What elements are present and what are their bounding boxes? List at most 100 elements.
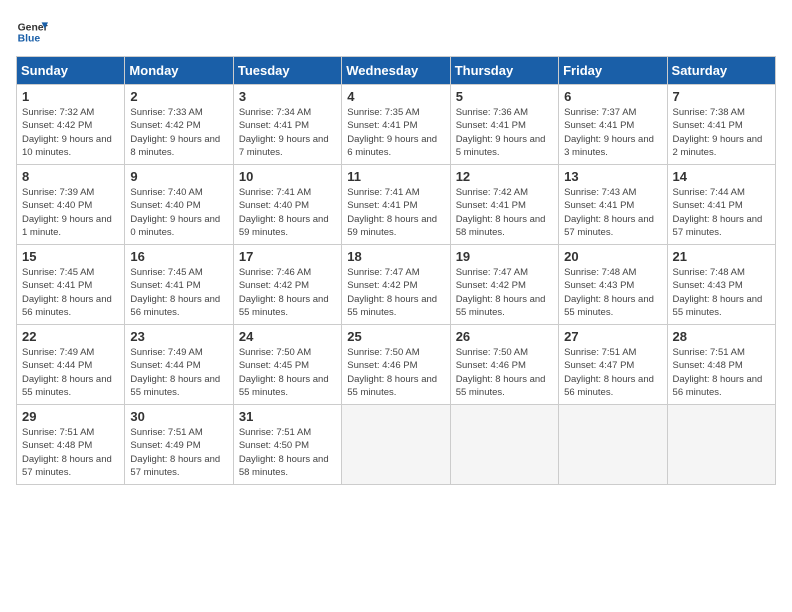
calendar-cell: 14 Sunrise: 7:44 AMSunset: 4:41 PMDayligh… <box>667 165 775 245</box>
calendar-cell: 5 Sunrise: 7:36 AMSunset: 4:41 PMDaylight… <box>450 85 558 165</box>
day-number: 6 <box>564 89 661 104</box>
day-info: Sunrise: 7:50 AMSunset: 4:45 PMDaylight:… <box>239 346 336 399</box>
weekday-header: Thursday <box>450 57 558 85</box>
day-number: 30 <box>130 409 227 424</box>
day-info: Sunrise: 7:41 AMSunset: 4:41 PMDaylight:… <box>347 186 444 239</box>
calendar-cell: 18Sunrise: 7:47 AMSunset: 4:42 PMDayligh… <box>342 245 450 325</box>
weekday-header: Monday <box>125 57 233 85</box>
calendar-week-row: 8 Sunrise: 7:39 AMSunset: 4:40 PMDaylight… <box>17 165 776 245</box>
calendar-cell: 8 Sunrise: 7:39 AMSunset: 4:40 PMDaylight… <box>17 165 125 245</box>
day-number: 4 <box>347 89 444 104</box>
day-info: Sunrise: 7:40 AMSunset: 4:40 PMDaylight:… <box>130 186 227 239</box>
day-number: 18 <box>347 249 444 264</box>
day-info: Sunrise: 7:51 AMSunset: 4:49 PMDaylight:… <box>130 426 227 479</box>
day-number: 24 <box>239 329 336 344</box>
day-number: 5 <box>456 89 553 104</box>
day-info: Sunrise: 7:49 AMSunset: 4:44 PMDaylight:… <box>22 346 119 399</box>
day-info: Sunrise: 7:44 AMSunset: 4:41 PMDaylight:… <box>673 186 770 239</box>
day-number: 12 <box>456 169 553 184</box>
day-number: 7 <box>673 89 770 104</box>
calendar-table: SundayMondayTuesdayWednesdayThursdayFrid… <box>16 56 776 485</box>
day-number: 8 <box>22 169 119 184</box>
day-number: 29 <box>22 409 119 424</box>
day-number: 28 <box>673 329 770 344</box>
day-info: Sunrise: 7:34 AMSunset: 4:41 PMDaylight:… <box>239 106 336 159</box>
day-info: Sunrise: 7:36 AMSunset: 4:41 PMDaylight:… <box>456 106 553 159</box>
day-info: Sunrise: 7:37 AMSunset: 4:41 PMDaylight:… <box>564 106 661 159</box>
calendar-cell: 24 Sunrise: 7:50 AMSunset: 4:45 PMDayligh… <box>233 325 341 405</box>
calendar-week-row: 15Sunrise: 7:45 AMSunset: 4:41 PMDayligh… <box>17 245 776 325</box>
calendar-cell: 1Sunrise: 7:32 AMSunset: 4:42 PMDaylight… <box>17 85 125 165</box>
day-number: 3 <box>239 89 336 104</box>
calendar-cell: 27 Sunrise: 7:51 AMSunset: 4:47 PMDayligh… <box>559 325 667 405</box>
calendar-cell: 13 Sunrise: 7:43 AMSunset: 4:41 PMDayligh… <box>559 165 667 245</box>
day-number: 11 <box>347 169 444 184</box>
weekday-header: Sunday <box>17 57 125 85</box>
calendar-week-row: 29 Sunrise: 7:51 AMSunset: 4:48 PMDayligh… <box>17 405 776 485</box>
day-info: Sunrise: 7:51 AMSunset: 4:47 PMDaylight:… <box>564 346 661 399</box>
day-number: 13 <box>564 169 661 184</box>
day-info: Sunrise: 7:48 AMSunset: 4:43 PMDaylight:… <box>673 266 770 319</box>
calendar-cell: 9 Sunrise: 7:40 AMSunset: 4:40 PMDaylight… <box>125 165 233 245</box>
day-info: Sunrise: 7:48 AMSunset: 4:43 PMDaylight:… <box>564 266 661 319</box>
day-info: Sunrise: 7:33 AMSunset: 4:42 PMDaylight:… <box>130 106 227 159</box>
day-number: 26 <box>456 329 553 344</box>
calendar-cell <box>342 405 450 485</box>
day-number: 17 <box>239 249 336 264</box>
day-info: Sunrise: 7:39 AMSunset: 4:40 PMDaylight:… <box>22 186 119 239</box>
calendar-cell: 21 Sunrise: 7:48 AMSunset: 4:43 PMDayligh… <box>667 245 775 325</box>
day-number: 9 <box>130 169 227 184</box>
weekday-header: Wednesday <box>342 57 450 85</box>
weekday-header: Friday <box>559 57 667 85</box>
day-number: 27 <box>564 329 661 344</box>
day-number: 25 <box>347 329 444 344</box>
day-info: Sunrise: 7:51 AMSunset: 4:48 PMDaylight:… <box>22 426 119 479</box>
calendar-cell: 28 Sunrise: 7:51 AMSunset: 4:48 PMDayligh… <box>667 325 775 405</box>
calendar-cell: 3 Sunrise: 7:34 AMSunset: 4:41 PMDaylight… <box>233 85 341 165</box>
weekday-header: Tuesday <box>233 57 341 85</box>
day-info: Sunrise: 7:51 AMSunset: 4:48 PMDaylight:… <box>673 346 770 399</box>
day-info: Sunrise: 7:41 AMSunset: 4:40 PMDaylight:… <box>239 186 336 239</box>
calendar-cell <box>667 405 775 485</box>
page-header: General Blue <box>16 16 776 48</box>
day-number: 31 <box>239 409 336 424</box>
calendar-cell: 12 Sunrise: 7:42 AMSunset: 4:41 PMDayligh… <box>450 165 558 245</box>
day-info: Sunrise: 7:50 AMSunset: 4:46 PMDaylight:… <box>456 346 553 399</box>
calendar-week-row: 22 Sunrise: 7:49 AMSunset: 4:44 PMDayligh… <box>17 325 776 405</box>
calendar-cell: 7 Sunrise: 7:38 AMSunset: 4:41 PMDaylight… <box>667 85 775 165</box>
day-info: Sunrise: 7:51 AMSunset: 4:50 PMDaylight:… <box>239 426 336 479</box>
calendar-cell: 10 Sunrise: 7:41 AMSunset: 4:40 PMDayligh… <box>233 165 341 245</box>
calendar-cell: 15Sunrise: 7:45 AMSunset: 4:41 PMDayligh… <box>17 245 125 325</box>
day-info: Sunrise: 7:47 AMSunset: 4:42 PMDaylight:… <box>456 266 553 319</box>
calendar-cell: 6 Sunrise: 7:37 AMSunset: 4:41 PMDaylight… <box>559 85 667 165</box>
day-info: Sunrise: 7:35 AMSunset: 4:41 PMDaylight:… <box>347 106 444 159</box>
calendar-cell: 16Sunrise: 7:45 AMSunset: 4:41 PMDayligh… <box>125 245 233 325</box>
day-info: Sunrise: 7:50 AMSunset: 4:46 PMDaylight:… <box>347 346 444 399</box>
calendar-cell: 20 Sunrise: 7:48 AMSunset: 4:43 PMDayligh… <box>559 245 667 325</box>
day-number: 10 <box>239 169 336 184</box>
logo: General Blue <box>16 16 48 48</box>
calendar-cell: 19Sunrise: 7:47 AMSunset: 4:42 PMDayligh… <box>450 245 558 325</box>
day-info: Sunrise: 7:38 AMSunset: 4:41 PMDaylight:… <box>673 106 770 159</box>
calendar-cell: 26 Sunrise: 7:50 AMSunset: 4:46 PMDayligh… <box>450 325 558 405</box>
day-info: Sunrise: 7:46 AMSunset: 4:42 PMDaylight:… <box>239 266 336 319</box>
calendar-cell: 31 Sunrise: 7:51 AMSunset: 4:50 PMDayligh… <box>233 405 341 485</box>
day-number: 21 <box>673 249 770 264</box>
calendar-week-row: 1Sunrise: 7:32 AMSunset: 4:42 PMDaylight… <box>17 85 776 165</box>
calendar-cell: 22 Sunrise: 7:49 AMSunset: 4:44 PMDayligh… <box>17 325 125 405</box>
day-number: 22 <box>22 329 119 344</box>
day-info: Sunrise: 7:42 AMSunset: 4:41 PMDaylight:… <box>456 186 553 239</box>
day-number: 20 <box>564 249 661 264</box>
day-info: Sunrise: 7:49 AMSunset: 4:44 PMDaylight:… <box>130 346 227 399</box>
calendar-cell: 17 Sunrise: 7:46 AMSunset: 4:42 PMDayligh… <box>233 245 341 325</box>
logo-icon: General Blue <box>16 16 48 48</box>
calendar-cell: 2Sunrise: 7:33 AMSunset: 4:42 PMDaylight… <box>125 85 233 165</box>
calendar-cell: 25 Sunrise: 7:50 AMSunset: 4:46 PMDayligh… <box>342 325 450 405</box>
calendar-cell: 11 Sunrise: 7:41 AMSunset: 4:41 PMDayligh… <box>342 165 450 245</box>
day-number: 1 <box>22 89 119 104</box>
calendar-cell: 30 Sunrise: 7:51 AMSunset: 4:49 PMDayligh… <box>125 405 233 485</box>
day-number: 23 <box>130 329 227 344</box>
day-number: 15 <box>22 249 119 264</box>
day-number: 14 <box>673 169 770 184</box>
day-info: Sunrise: 7:43 AMSunset: 4:41 PMDaylight:… <box>564 186 661 239</box>
